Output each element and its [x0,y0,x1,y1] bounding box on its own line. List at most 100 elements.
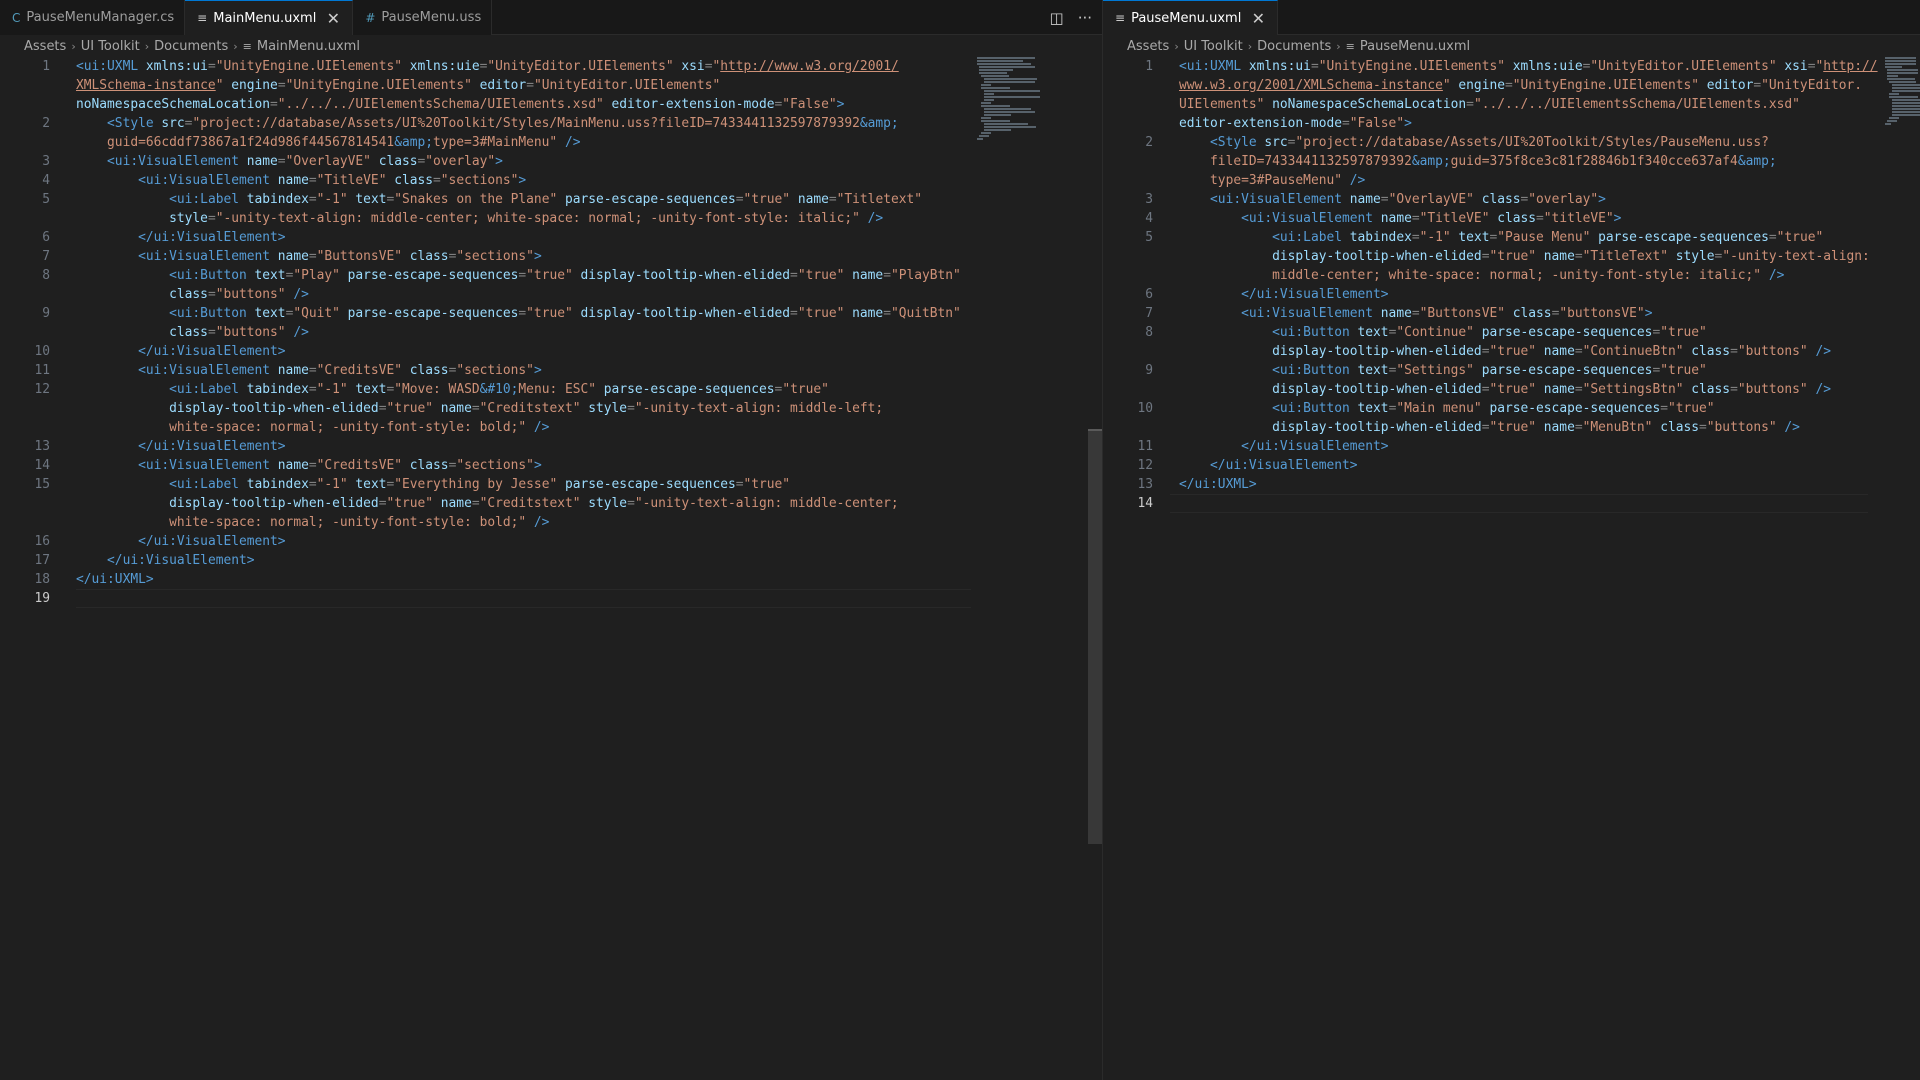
tab-pausemenumanager-cs[interactable]: C PauseMenuManager.cs [0,0,186,35]
breadcrumb-item[interactable]: PauseMenu.uxml [1360,39,1470,54]
tab-label: PauseMenu.uxml [1131,10,1242,26]
breadcrumb-item[interactable]: Documents [1257,39,1331,54]
code-token-punct: = [1574,420,1583,435]
close-icon[interactable]: ✕ [324,9,342,28]
code-token-attr: parse-escape-sequences [1598,230,1769,245]
code-token-str: "Everything by Jesse" [394,477,565,492]
code-line[interactable]: 3 <ui:VisualElement name="OverlayVE" cla… [1103,190,1793,209]
code-line[interactable]: 13 </ui:UXML> [1103,475,1793,494]
code-line[interactable]: display-tooltip-when-elided="true" name=… [1103,418,1800,437]
code-token-tag: <ui:VisualElement [107,154,247,169]
line-number: 12 [34,382,50,397]
breadcrumb-item[interactable]: Documents [154,39,228,54]
line-number: 5 [1145,230,1153,245]
code-line[interactable]: display-tooltip-when-elided="true" name=… [1103,380,1831,399]
code-token-attr: display-tooltip-when-elided [580,268,791,283]
minimap[interactable] [1885,57,1920,129]
code-line[interactable]: 9 <ui:Button text="Settings" parse-escap… [1103,361,1793,380]
code-line[interactable]: type=3#PauseMenu" /> [1103,171,1793,190]
code-line[interactable]: white-space: normal; -unity-font-style: … [0,418,975,437]
code-line[interactable]: 3 <ui:VisualElement name="OverlayVE" cla… [0,152,975,171]
code-line[interactable]: fileID=7433441132597879392&amp;guid=375f… [1103,152,1793,171]
code-token-punct: = [270,97,278,112]
tab-mainmenu-uxml[interactable]: ≡ MainMenu.uxml ✕ [185,0,354,35]
code-line[interactable]: 11 <ui:VisualElement name="CreditsVE" cl… [0,361,975,380]
scrollbar-cursor-marker [1088,429,1102,431]
code-line[interactable]: noNamespaceSchemaLocation="../../../UIEl… [0,95,975,114]
breadcrumb-item[interactable]: MainMenu.uxml [257,39,360,54]
code-token-str: "SettingsBtn" [1582,382,1692,397]
code-line[interactable]: guid=66cddf73867a1f24d986f44567814541&am… [0,133,975,152]
code-line[interactable]: 12 <ui:Label tabindex="-1" text="Move: W… [0,380,975,399]
code-lines[interactable]: 1 <ui:UXML xmlns:ui="UnityEngine.UIElemen… [0,57,975,608]
code-line[interactable]: class="buttons" /> [0,323,975,342]
split-editor-icon[interactable]: ◫ [1050,9,1064,27]
breadcrumb-item[interactable]: Assets [24,39,66,54]
code-line[interactable]: middle-center; white-space: normal; -uni… [1103,266,1793,285]
code-line[interactable]: 1 <ui:UXML xmlns:ui="UnityEngine.UIElemen… [1103,57,1877,76]
scrollbar-thumb[interactable] [1088,429,1102,844]
code-line[interactable]: 4 <ui:VisualElement name="TitleVE" class… [0,171,975,190]
breadcrumb-item[interactable]: UI Toolkit [81,39,140,54]
code-token-attr: parse-escape-sequences [603,382,775,397]
code-line[interactable]: 12 </ui:VisualElement> [1103,456,1793,475]
code-line[interactable]: 8 <ui:Button text="Continue" parse-escap… [1103,323,1793,342]
code-line[interactable]: style="-unity-text-align: middle-center;… [0,209,975,228]
code-line[interactable]: 19 [0,589,975,608]
code-line[interactable]: display-tooltip-when-elided="true" name=… [1103,342,1831,361]
vertical-scrollbar[interactable] [1088,57,1102,1080]
code-line[interactable]: 16 </ui:VisualElement> [0,532,975,551]
breadcrumb-item[interactable]: UI Toolkit [1184,39,1243,54]
close-icon[interactable]: ✕ [1249,9,1267,28]
code-line[interactable]: UIElements" noNamespaceSchemaLocation=".… [1103,95,1800,114]
code-line[interactable]: 13 </ui:VisualElement> [0,437,975,456]
chevron-right-icon: › [233,39,238,53]
code-line[interactable]: class="buttons" /> [0,285,975,304]
code-line[interactable]: XMLSchema-instance" engine="UnityEngine.… [0,76,975,95]
code-line[interactable]: display-tooltip-when-elided="true" name=… [1103,247,1870,266]
code-line[interactable]: 17 </ui:VisualElement> [0,551,975,570]
code-line[interactable]: 5 <ui:Label tabindex="-1" text="Pause Me… [1103,228,1823,247]
code-line[interactable]: editor-extension-mode="False"> [1103,114,1793,133]
code-text: <ui:Button text = "Play" parse-escape-sequ… [76,266,961,285]
breadcrumb-item[interactable]: Assets [1127,39,1169,54]
code-line[interactable]: 7 <ui:VisualElement name="ButtonsVE" cla… [1103,304,1793,323]
code-line[interactable]: 4 <ui:VisualElement name="TitleVE" class… [1103,209,1793,228]
code-lines[interactable]: 1 <ui:UXML xmlns:ui="UnityEngine.UIElemen… [1103,57,1877,513]
code-token-str: "true" [1660,325,1707,340]
code-line[interactable]: 6 </ui:VisualElement> [1103,285,1793,304]
code-line[interactable]: 18 </ui:UXML> [0,570,975,589]
code-token-tag: /> [1768,268,1785,283]
code-text: display-tooltip-when-elided="true" name=… [1179,380,1831,399]
code-line[interactable]: 2 <Style src="project://database/Assets/… [0,114,975,133]
code-line[interactable]: 2 <Style src="project://database/Assets/… [1103,133,1793,152]
code-line[interactable]: www.w3.org/2001/XMLSchema-instance" engi… [1103,76,1862,95]
code-line[interactable]: 5 <ui:Label tabindex="-1" text="Snakes o… [0,190,975,209]
minimap[interactable] [977,57,1087,144]
code-line[interactable]: display-tooltip-when-elided="true" name=… [0,494,975,513]
code-line[interactable]: 14 [1103,494,1793,513]
tab-pausemenu-uss[interactable]: # PauseMenu.uss [353,0,493,35]
code-line[interactable]: 14 <ui:VisualElement name="CreditsVE" cl… [0,456,975,475]
code-line[interactable]: 11 </ui:VisualElement> [1103,437,1793,456]
code-token-tag: <ui:Label [169,192,247,207]
code-line[interactable]: white-space: normal; -unity-font-style: … [0,513,975,532]
code-token-sp [1179,249,1272,264]
code-editor[interactable]: 1 <ui:UXML xmlns:ui="UnityEngine.UIElemen… [0,57,1102,1080]
code-editor[interactable]: 1 <ui:UXML xmlns:ui="UnityEngine.UIElemen… [1103,57,1920,1080]
code-line[interactable]: 8 <ui:Button text = "Play" parse-escape-se… [0,266,975,285]
code-text: <ui:VisualElement name="OverlayVE" class… [76,152,503,171]
code-line[interactable]: 6 </ui:VisualElement> [0,228,975,247]
code-line[interactable]: 10 </ui:VisualElement> [0,342,975,361]
code-line[interactable]: 15 <ui:Label tabindex="-1" text="Everyth… [0,475,975,494]
code-line[interactable]: 10 <ui:Button text = "Main menu" parse-esc… [1103,399,1793,418]
code-line[interactable]: display-tooltip-when-elided="true" name=… [0,399,975,418]
code-line[interactable]: 7 <ui:VisualElement name="ButtonsVE" cla… [0,247,975,266]
code-line[interactable]: 9 <ui:Button text = "Quit" parse-escape-se… [0,304,975,323]
code-token-punct: = [207,287,216,302]
code-text: </ui:VisualElement> [76,532,285,551]
code-text: <ui:VisualElement name="TitleVE" class="… [1179,209,1621,228]
tab-pausemenu-uxml[interactable]: ≡ PauseMenu.uxml ✕ [1103,0,1279,35]
more-actions-icon[interactable]: ··· [1078,9,1092,27]
code-line[interactable]: 1 <ui:UXML xmlns:ui="UnityEngine.UIElemen… [0,57,975,76]
